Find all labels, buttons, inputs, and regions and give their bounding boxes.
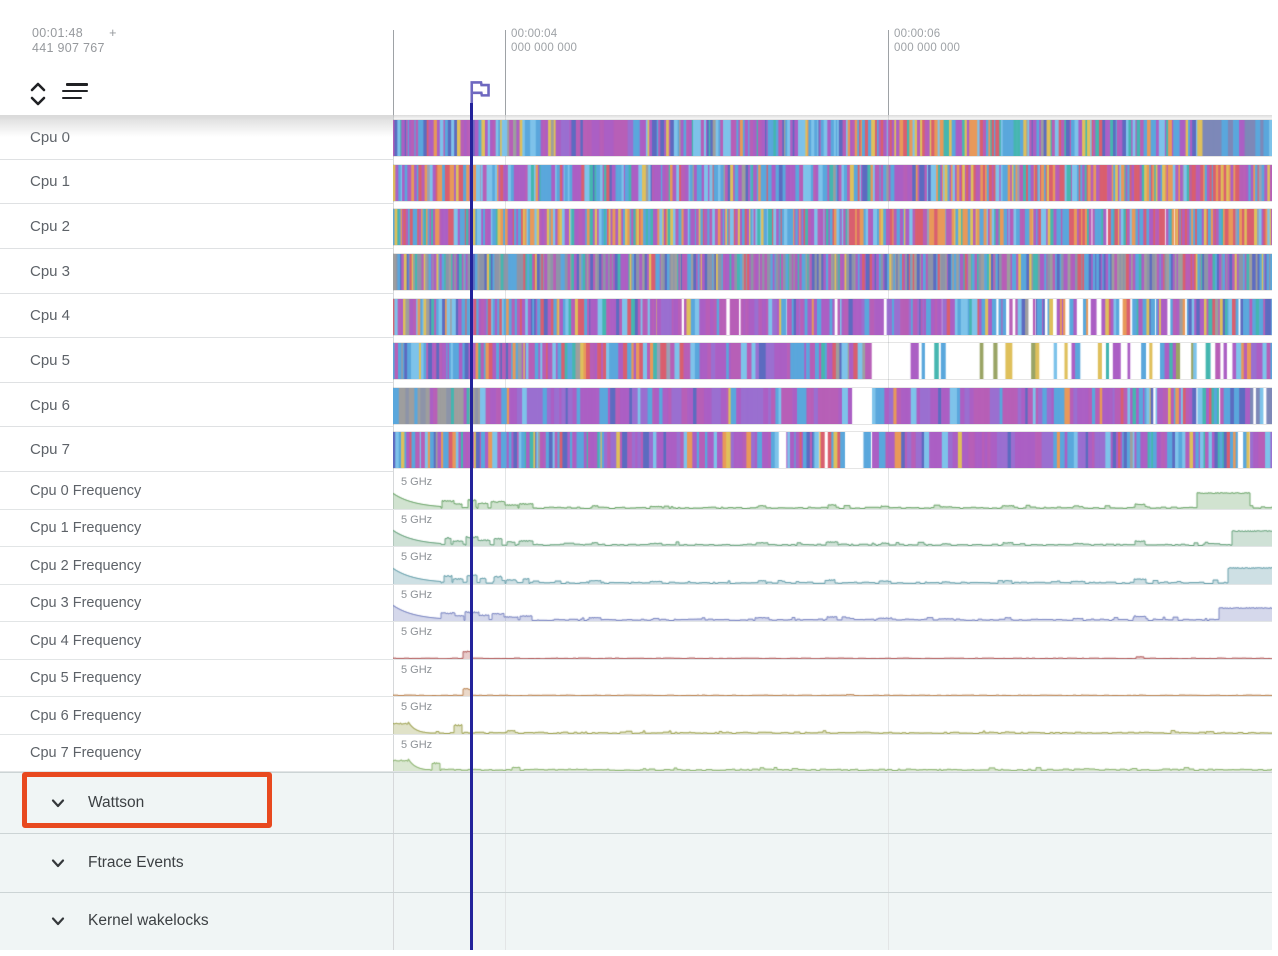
track-row-cpu-1-frequency[interactable]: Cpu 1 Frequency 5 GHz — [0, 510, 1278, 548]
cpu-5-frequency-track[interactable] — [393, 676, 1272, 696]
track-row-cpu-6[interactable]: Cpu 6 — [0, 383, 1278, 428]
track-row-cpu-7[interactable]: Cpu 7 — [0, 427, 1278, 472]
row-separator — [0, 584, 1272, 585]
cpu-5-sched-track[interactable] — [393, 342, 1272, 380]
cpu-1-sched-track[interactable] — [393, 164, 1272, 202]
track-label: Cpu 6 Frequency — [30, 697, 141, 735]
row-separator — [0, 546, 1272, 547]
track-label: Cpu 4 Frequency — [30, 622, 141, 660]
trace-start-tick — [393, 30, 394, 115]
counter-scale-label: 5 GHz — [401, 589, 432, 601]
track-label: Cpu 1 — [30, 160, 70, 205]
cpu-2-sched-track[interactable] — [393, 208, 1272, 246]
track-row-cpu-1[interactable]: Cpu 1 — [0, 160, 1278, 205]
row-separator — [0, 509, 1272, 510]
track-row-cpu-3-frequency[interactable]: Cpu 3 Frequency 5 GHz — [0, 585, 1278, 623]
counter-scale-label: 5 GHz — [401, 476, 432, 488]
cpu-1-frequency-track[interactable] — [393, 526, 1272, 546]
track-row-cpu-2[interactable]: Cpu 2 — [0, 204, 1278, 249]
group-label: Kernel wakelocks — [88, 892, 209, 950]
cpu-6-frequency-track[interactable] — [393, 714, 1272, 734]
track-row-cpu-4-frequency[interactable]: Cpu 4 Frequency 5 GHz — [0, 622, 1278, 660]
track-label: Cpu 0 Frequency — [30, 472, 141, 510]
row-separator — [0, 659, 1272, 660]
counter-scale-label: 5 GHz — [401, 739, 432, 751]
row-separator — [0, 833, 1272, 834]
ruler-tick — [888, 30, 889, 115]
track-label: Cpu 2 — [30, 204, 70, 249]
row-separator — [0, 734, 1272, 735]
track-row-cpu-3[interactable]: Cpu 3 — [0, 249, 1278, 294]
track-label: Cpu 3 Frequency — [30, 585, 141, 623]
track-label: Cpu 3 — [30, 249, 70, 294]
timeline-cursor-line[interactable] — [470, 103, 473, 950]
counter-scale-label: 5 GHz — [401, 551, 432, 563]
ruler-time-label: 00:00:04000 000 000 — [511, 27, 577, 55]
chevron-up-down-icon — [28, 80, 48, 108]
row-separator — [0, 696, 1272, 697]
cpu-4-frequency-track[interactable] — [393, 639, 1272, 659]
cpu-7-sched-track[interactable] — [393, 431, 1272, 469]
cpu-2-frequency-track[interactable] — [393, 564, 1272, 584]
group-label: Wattson — [88, 772, 144, 833]
group-row-kernel-wakelocks[interactable]: Kernel wakelocks — [0, 892, 1278, 950]
label-panel-shadow — [0, 115, 393, 137]
track-label: Cpu 2 Frequency — [30, 547, 141, 585]
track-row-cpu-5-frequency[interactable]: Cpu 5 Frequency 5 GHz — [0, 660, 1278, 698]
track-label: Cpu 5 Frequency — [30, 660, 141, 698]
expand-collapse-tracks-button[interactable] — [28, 80, 48, 113]
group-row-wattson[interactable]: Wattson — [0, 772, 1278, 833]
right-gutter — [1272, 115, 1278, 956]
cursor-time-plus: + — [109, 26, 117, 40]
track-row-cpu-6-frequency[interactable]: Cpu 6 Frequency 5 GHz — [0, 697, 1278, 735]
row-separator — [0, 621, 1272, 622]
cpu-3-sched-track[interactable] — [393, 253, 1272, 291]
cpu-3-frequency-track[interactable] — [393, 601, 1272, 621]
track-row-cpu-5[interactable]: Cpu 5 — [0, 338, 1278, 383]
cursor-timestamp: 00:01:48 + 441 907 767 — [32, 26, 117, 56]
track-label: Cpu 1 Frequency — [30, 510, 141, 548]
ruler-tick — [505, 30, 506, 115]
cpu-7-frequency-track[interactable] — [393, 751, 1272, 771]
counter-scale-label: 5 GHz — [401, 664, 432, 676]
timeline-ruler: 00:01:48 + 441 907 767 00:00:04000 000 00… — [0, 0, 1278, 115]
track-row-cpu-4[interactable]: Cpu 4 — [0, 294, 1278, 339]
counter-scale-label: 5 GHz — [401, 701, 432, 713]
sort-lines-icon — [62, 83, 89, 99]
sort-tracks-button[interactable] — [62, 83, 89, 103]
counter-scale-label: 5 GHz — [401, 514, 432, 526]
track-row-cpu-2-frequency[interactable]: Cpu 2 Frequency 5 GHz — [0, 547, 1278, 585]
bottom-gutter — [0, 950, 1278, 956]
ruler-time-label: 00:00:06000 000 000 — [894, 27, 960, 55]
track-label: Cpu 5 — [30, 338, 70, 383]
row-separator — [0, 772, 1272, 773]
chevron-down-icon[interactable] — [48, 793, 68, 813]
track-row-cpu-7-frequency[interactable]: Cpu 7 Frequency 5 GHz — [0, 735, 1278, 773]
track-label: Cpu 4 — [30, 294, 70, 339]
cpu-6-sched-track[interactable] — [393, 387, 1272, 425]
cpu-0-frequency-track[interactable] — [393, 489, 1272, 509]
chevron-down-icon[interactable] — [48, 853, 68, 873]
group-label: Ftrace Events — [88, 833, 184, 892]
track-label: Cpu 7 — [30, 427, 70, 472]
chevron-down-icon[interactable] — [48, 911, 68, 931]
cpu-0-sched-track[interactable] — [393, 119, 1272, 157]
track-label: Cpu 7 Frequency — [30, 735, 141, 773]
track-row-cpu-0-frequency[interactable]: Cpu 0 Frequency 5 GHz — [0, 472, 1278, 510]
cpu-4-sched-track[interactable] — [393, 298, 1272, 336]
cursor-time-hms: 00:01:48 — [32, 26, 83, 40]
track-label: Cpu 6 — [30, 383, 70, 428]
counter-scale-label: 5 GHz — [401, 626, 432, 638]
track-list: Cpu 0Cpu 1Cpu 2Cpu 3Cpu 4Cpu 5Cpu 6Cpu 7… — [0, 115, 1278, 950]
trace-viewer: 00:01:48 + 441 907 767 00:00:04000 000 00… — [0, 0, 1278, 956]
group-row-ftrace-events[interactable]: Ftrace Events — [0, 833, 1278, 892]
cursor-time-ns: 441 907 767 — [32, 41, 117, 56]
